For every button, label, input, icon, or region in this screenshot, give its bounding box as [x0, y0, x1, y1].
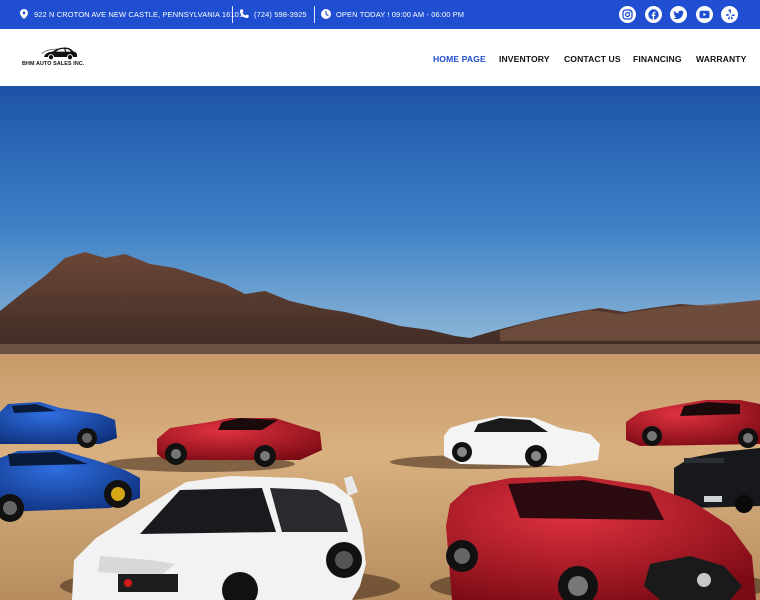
top-info-bar: 922 N CROTON AVE NEW CASTLE, PENNSYLVANI…: [0, 0, 760, 29]
nav-inventory[interactable]: INVENTORY: [499, 54, 550, 64]
nav-contact-us[interactable]: CONTACT US: [564, 54, 621, 64]
nav-financing[interactable]: FINANCING: [633, 54, 682, 64]
brand-logo[interactable]: BHM AUTO SALES INC.: [22, 44, 96, 70]
hours-info: OPEN TODAY ! 09:00 AM - 06:00 PM: [321, 9, 464, 19]
nav-home-page[interactable]: HOME PAGE: [433, 54, 486, 64]
yelp-icon[interactable]: [721, 6, 738, 23]
divider: [314, 6, 315, 23]
address-info: 922 N CROTON AVE NEW CASTLE, PENNSYLVANI…: [19, 9, 243, 19]
car-logo-icon: [41, 47, 78, 61]
location-pin-icon: [19, 9, 29, 19]
phone-info[interactable]: (724) 598-3925: [239, 9, 307, 19]
twitter-icon[interactable]: [670, 6, 687, 23]
phone-icon: [239, 9, 249, 19]
phone-text[interactable]: (724) 598-3925: [254, 10, 307, 19]
hours-text: OPEN TODAY ! 09:00 AM - 06:00 PM: [336, 9, 465, 19]
facebook-icon[interactable]: [644, 6, 662, 23]
hero-banner-image: [0, 86, 760, 600]
divider: [232, 6, 233, 23]
nav-warranty[interactable]: WARRANTY: [696, 54, 746, 64]
address-text: 922 N CROTON AVE NEW CASTLE, PENNSYLVANI…: [34, 9, 244, 19]
brand-name: BHM AUTO SALES INC.: [22, 61, 85, 67]
instagram-icon[interactable]: [619, 6, 636, 23]
youtube-icon[interactable]: [695, 6, 713, 23]
clock-icon: [321, 9, 331, 19]
social-links: [619, 6, 738, 23]
site-header: BHM AUTO SALES INC. HOME PAGE INVENTORY …: [0, 29, 760, 86]
